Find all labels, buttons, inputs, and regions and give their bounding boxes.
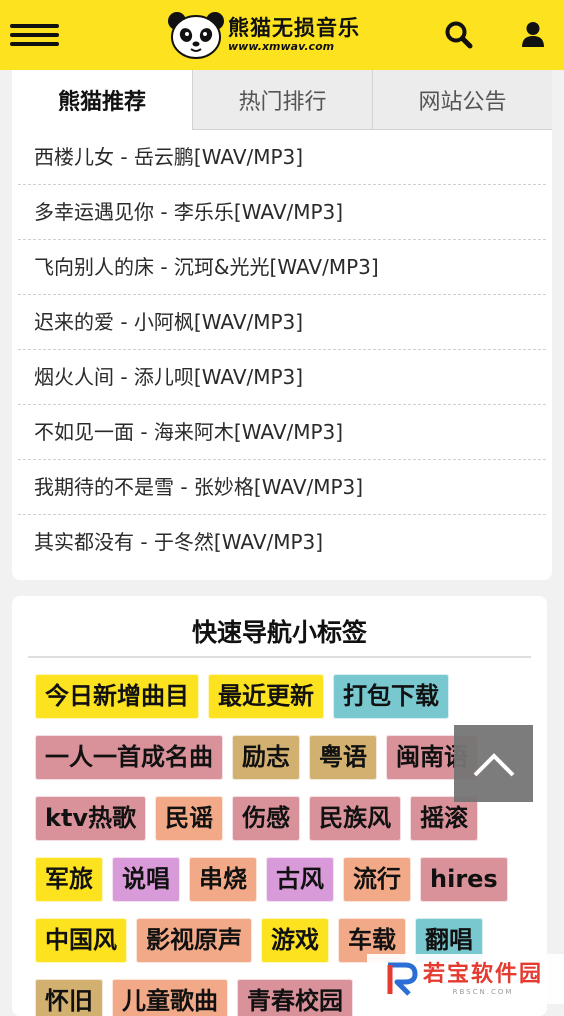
tab-hot-ranking[interactable]: 热门排行 (192, 70, 372, 130)
song-link[interactable]: 飞向别人的床 - 沉珂&光光[WAV/MP3] (18, 240, 546, 295)
tab-bar: 熊猫推荐 热门排行 网站公告 (12, 70, 552, 130)
song-link[interactable]: 西楼儿女 - 岳云鹏[WAV/MP3] (18, 130, 546, 185)
nav-tag[interactable]: 伤感 (232, 796, 301, 841)
nav-tag[interactable]: 儿童歌曲 (112, 979, 228, 1016)
nav-tag[interactable]: 军旅 (35, 857, 103, 902)
nav-tag[interactable]: 青春校园 (237, 979, 353, 1016)
site-header: 熊猫无损音乐 www.xmwav.com (0, 0, 564, 70)
song-link[interactable]: 不如见一面 - 海来阿木[WAV/MP3] (18, 405, 546, 460)
back-to-top-button[interactable] (454, 725, 533, 802)
hamburger-menu-icon[interactable] (10, 15, 60, 55)
song-list: 西楼儿女 - 岳云鹏[WAV/MP3] 多幸运遇见你 - 李乐乐[WAV/MP3… (12, 130, 552, 569)
search-icon[interactable] (444, 20, 474, 50)
song-link[interactable]: 其实都没有 - 于冬然[WAV/MP3] (18, 515, 546, 569)
nav-tag[interactable]: 说唱 (112, 857, 180, 902)
nav-tag[interactable]: 怀旧 (35, 979, 103, 1016)
recommend-panel: 熊猫推荐 热门排行 网站公告 西楼儿女 - 岳云鹏[WAV/MP3] 多幸运遇见… (12, 70, 552, 580)
song-link[interactable]: 多幸运遇见你 - 李乐乐[WAV/MP3] (18, 185, 546, 240)
nav-tag[interactable]: 中国风 (35, 918, 127, 963)
nav-tag[interactable]: 民谣 (155, 796, 224, 841)
song-link[interactable]: 我期待的不是雪 - 张妙格[WAV/MP3] (18, 460, 546, 515)
site-logo[interactable]: 熊猫无损音乐 www.xmwav.com (166, 9, 360, 61)
logo-url: www.xmwav.com (228, 40, 335, 53)
song-link[interactable]: 烟火人间 - 添儿呗[WAV/MP3] (18, 350, 546, 405)
tab-site-notice[interactable]: 网站公告 (372, 70, 552, 130)
quick-nav-title: 快速导航小标签 (28, 610, 531, 658)
nav-tag[interactable]: ktv热歌 (35, 796, 147, 841)
user-icon[interactable] (518, 20, 548, 50)
nav-tag[interactable]: hires (420, 857, 508, 902)
nav-tag[interactable]: 今日新增曲目 (35, 674, 199, 719)
nav-tag[interactable]: 流行 (343, 857, 411, 902)
watermark-site: RBSCN.COM (452, 988, 514, 996)
nav-tag[interactable]: 民族风 (309, 796, 402, 841)
rbscn-logo-icon (387, 962, 418, 996)
nav-tag[interactable]: 最近更新 (208, 674, 324, 719)
tab-panda-recommend[interactable]: 熊猫推荐 (12, 70, 192, 130)
nav-tag[interactable]: 串烧 (189, 857, 257, 902)
song-link[interactable]: 迟来的爱 - 小阿枫[WAV/MP3] (18, 295, 546, 350)
watermark: 若宝软件园 RBSCN.COM (367, 954, 564, 1004)
nav-tag[interactable]: 励志 (232, 735, 300, 780)
nav-tag[interactable]: 摇滚 (410, 796, 479, 841)
nav-tag[interactable]: 影视原声 (136, 918, 252, 963)
nav-tag[interactable]: 一人一首成名曲 (35, 735, 223, 780)
logo-title: 熊猫无损音乐 (228, 16, 360, 40)
quick-nav-panel: 快速导航小标签 今日新增曲目 最近更新 打包下载 一人一首成名曲 励志 粤语 闽南语 ktv热… (12, 596, 547, 1016)
panda-logo-icon (168, 12, 224, 59)
nav-tag[interactable]: 游戏 (261, 918, 329, 963)
nav-tag[interactable]: 粤语 (309, 735, 377, 780)
nav-tag[interactable]: 打包下载 (333, 674, 449, 719)
watermark-name: 若宝软件园 (423, 962, 544, 987)
nav-tag[interactable]: 古风 (266, 857, 334, 902)
chevron-up-icon (473, 752, 514, 776)
